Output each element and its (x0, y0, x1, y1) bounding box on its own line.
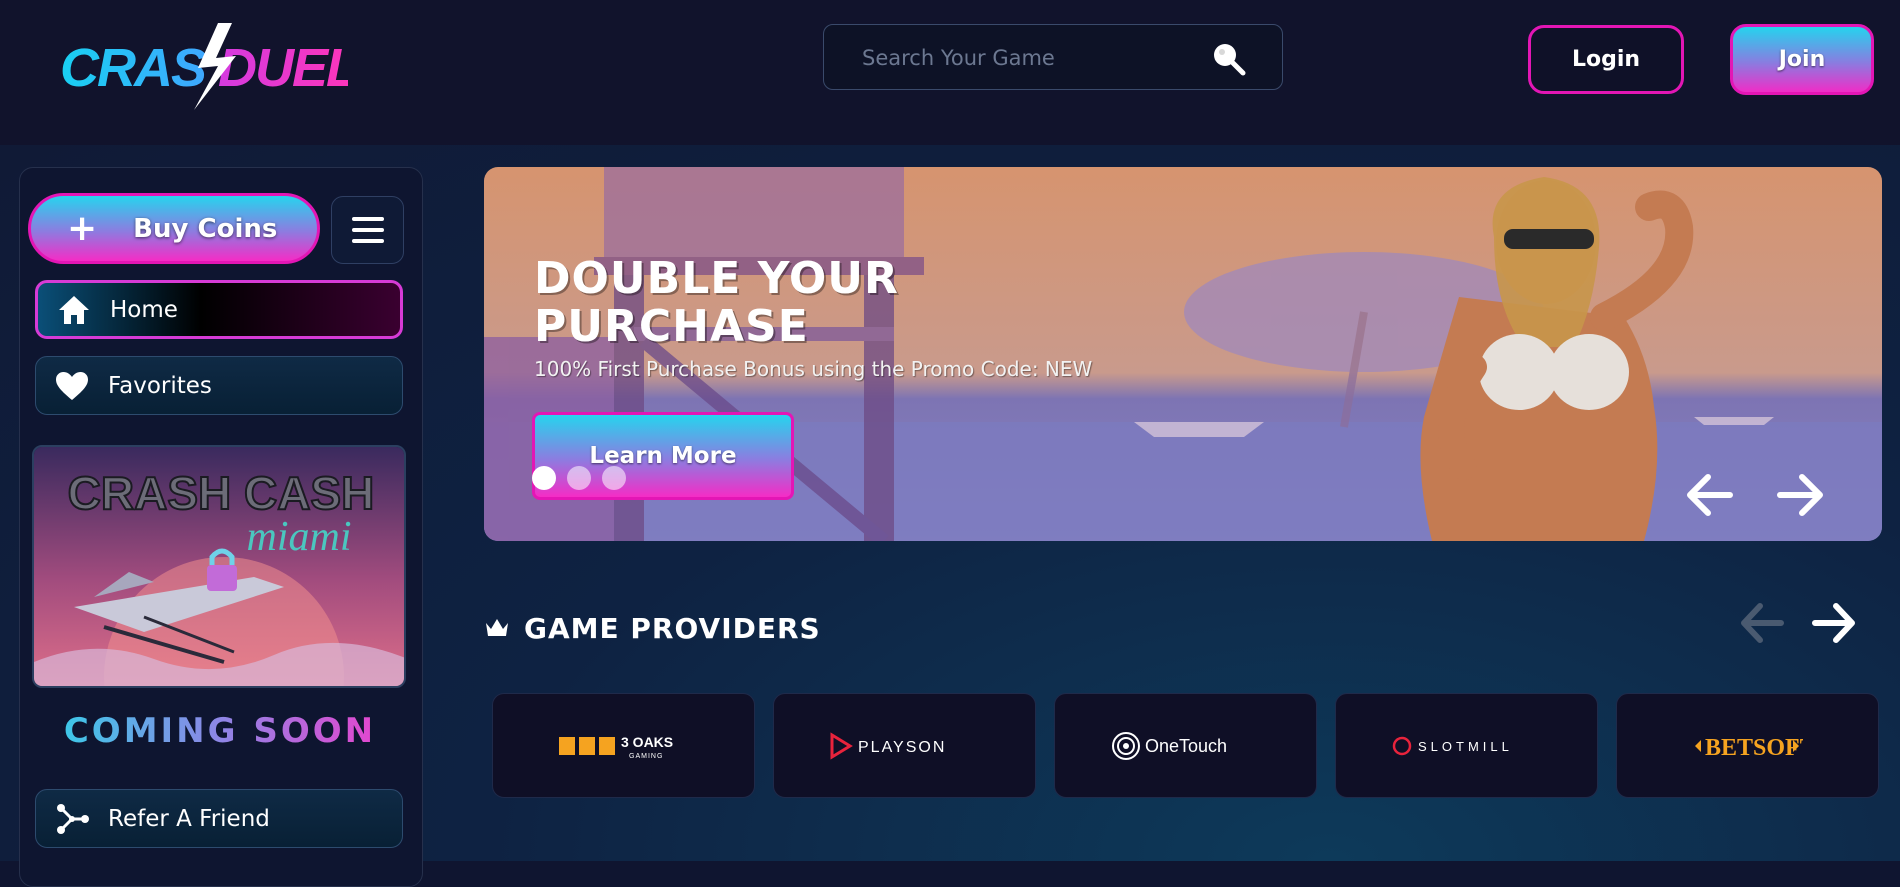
provider-card-betsoft[interactable]: BETSOFT (1616, 693, 1879, 798)
carousel-dot[interactable] (602, 466, 626, 490)
carousel-dot[interactable] (532, 466, 556, 490)
provider-card-3oaks[interactable]: 3 OAKS GAMING (492, 693, 755, 798)
share-network-icon (54, 801, 90, 837)
provider-tagline: GAMING (629, 753, 663, 760)
sidebar-item-label: Favorites (108, 372, 212, 399)
buy-coins-button[interactable]: + Buy Coins (28, 193, 320, 264)
banner-subtitle: 100% First Purchase Bonus using the Prom… (534, 357, 1093, 381)
providers-prev-arrow-icon[interactable] (1736, 598, 1786, 648)
onetouch-logo: OneTouch (1111, 731, 1227, 760)
search-input[interactable] (860, 25, 1204, 91)
slotmill-logo: SLOTMILL (1392, 736, 1513, 755)
sidebar-item-label: Home (110, 296, 178, 323)
providers-next-arrow-icon[interactable] (1810, 598, 1860, 648)
provider-name: PLAYSON (858, 739, 946, 756)
provider-card-slotmill[interactable]: SLOTMILL (1335, 693, 1598, 798)
playson-logo: PLAYSON (830, 731, 946, 760)
provider-name: BETSOFT (1705, 735, 1803, 761)
banner-title: DOUBLE YOUR PURCHASE (534, 253, 899, 352)
crash-cash-miami-artwork: CRASH CASH miami (34, 447, 404, 686)
banner-prev-arrow-icon[interactable] (1682, 468, 1736, 522)
promo-card-subtitle: miami (247, 514, 352, 560)
carousel-dot[interactable] (567, 466, 591, 490)
hamburger-icon (351, 217, 384, 243)
home-icon (56, 292, 92, 328)
header: CRAS DUEL Login Join (0, 0, 1900, 145)
login-button[interactable]: Login (1528, 25, 1684, 94)
buy-coins-label: Buy Coins (133, 213, 278, 244)
provider-card-playson[interactable]: PLAYSON (773, 693, 1036, 798)
crown-icon (486, 619, 508, 636)
betsoft-logo: BETSOFT (1694, 735, 1803, 761)
hamburger-menu-button[interactable] (331, 196, 404, 264)
crash-cash-miami-card[interactable]: CRASH CASH miami (32, 445, 406, 688)
svg-text:DUEL: DUEL (218, 38, 348, 98)
provider-card-onetouch[interactable]: OneTouch (1054, 693, 1317, 798)
providers-header: GAME PROVIDERS (484, 608, 821, 648)
svg-text:CRAS: CRAS (60, 38, 207, 98)
provider-name: 3 OAKS (621, 734, 673, 750)
sidebar-item-refer-a-friend[interactable]: Refer A Friend (35, 789, 403, 848)
search-icon[interactable] (1210, 40, 1248, 78)
plus-icon: + (67, 207, 98, 249)
providers-title: GAME PROVIDERS (524, 611, 821, 645)
search-bar[interactable] (823, 24, 1283, 91)
3oaks-logo: 3 OAKS GAMING (558, 734, 673, 760)
provider-name: OneTouch (1145, 736, 1227, 756)
banner-next-arrow-icon[interactable] (1774, 468, 1828, 522)
sidebar-item-label: Refer A Friend (108, 805, 270, 832)
join-button[interactable]: Join (1730, 24, 1874, 95)
carousel-dots (532, 466, 626, 490)
sidebar-item-favorites[interactable]: Favorites (35, 356, 403, 415)
promo-banner: DOUBLE YOUR PURCHASE 100% First Purchase … (484, 167, 1882, 541)
provider-name: SLOTMILL (1418, 739, 1513, 754)
crashduel-logo[interactable]: CRAS DUEL (58, 18, 359, 113)
heart-icon (54, 368, 90, 404)
crashduel-logo-graphic: CRAS DUEL (60, 23, 359, 110)
coming-soon-label: COMING SOON (36, 711, 404, 751)
sidebar-item-home[interactable]: Home (35, 280, 403, 339)
promo-card-title: CRASH CASH (68, 467, 375, 519)
